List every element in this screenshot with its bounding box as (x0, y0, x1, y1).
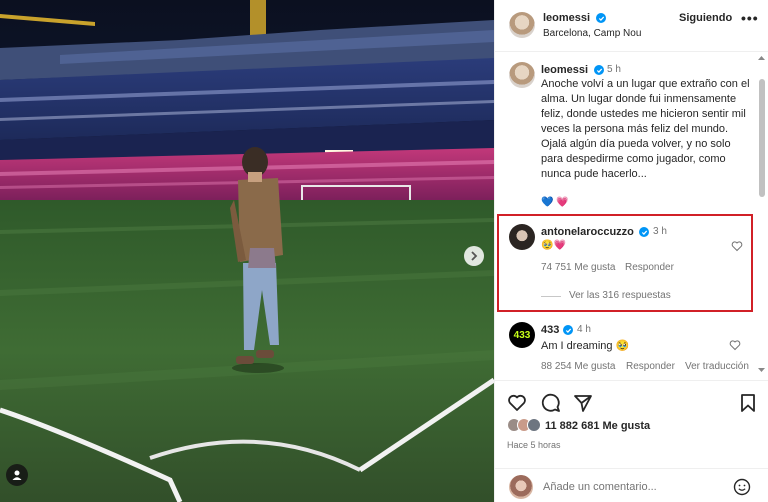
scroll-down-icon[interactable] (757, 366, 766, 374)
comment-bar (495, 468, 768, 502)
stadium-photo (0, 0, 494, 502)
translate-button[interactable]: Ver traducción (685, 361, 749, 372)
heart-icon[interactable] (729, 339, 741, 351)
author-avatar[interactable] (509, 12, 535, 38)
caption-author-avatar[interactable] (509, 62, 535, 88)
next-photo-button[interactable] (464, 246, 484, 266)
post-location[interactable]: Barcelona, Camp Nou (543, 28, 641, 39)
post-timestamp[interactable]: Hace 5 horas (507, 440, 561, 450)
caption-emojis: 💙 💗 (541, 197, 569, 208)
reply-button[interactable]: Responder (625, 262, 674, 273)
verified-badge-icon (563, 325, 573, 335)
likes-count[interactable]: 11 882 681 Me gusta (545, 420, 650, 432)
post-photo (0, 0, 494, 502)
comment-input[interactable] (543, 478, 723, 496)
verified-badge-icon (596, 13, 606, 23)
comment-likes[interactable]: 74 751 Me gusta (541, 262, 616, 273)
post-header: leomessi Barcelona, Camp Nou Siguiendo •… (495, 0, 768, 52)
author-username[interactable]: leomessi (543, 12, 590, 24)
comment-text: Am I dreaming 🥹 (541, 340, 630, 352)
comment-icon[interactable] (541, 393, 561, 413)
commenter-username[interactable]: 433 (541, 324, 559, 336)
chevron-right-icon (471, 251, 478, 261)
liker-avatar (527, 418, 541, 432)
share-icon[interactable] (573, 393, 593, 413)
post-side-panel: leomessi Barcelona, Camp Nou Siguiendo •… (494, 0, 768, 502)
smiley-icon[interactable] (733, 478, 751, 496)
post-caption: Anoche volví a un lugar que extraño con … (541, 78, 750, 180)
commenter-username[interactable]: antonelaroccuzzo (541, 226, 634, 238)
save-icon[interactable] (739, 393, 757, 413)
commenter-avatar[interactable]: 433 (509, 322, 535, 348)
verified-badge-icon (594, 65, 604, 75)
caption-author-username[interactable]: leomessi (541, 64, 588, 76)
commenter-avatar[interactable] (509, 224, 535, 250)
current-user-avatar (509, 475, 533, 499)
user-icon (12, 470, 22, 480)
comment-time: 4 h (577, 324, 591, 335)
caption-time: 5 h (607, 64, 621, 75)
view-replies-button[interactable]: Ver las 316 respuestas (569, 290, 671, 301)
comment-likes[interactable]: 88 254 Me gusta (541, 361, 616, 372)
replies-divider (541, 296, 561, 297)
like-icon[interactable] (507, 393, 527, 413)
reply-button[interactable]: Responder (626, 361, 675, 372)
more-options-icon[interactable]: ••• (741, 10, 759, 26)
comment-text: 🥹💗 (541, 240, 566, 251)
comments-scrollbar[interactable] (757, 54, 766, 376)
highlighted-comment: antonelaroccuzzo 3 h 🥹💗 74 751 Me gusta … (497, 214, 753, 312)
tagged-people-button[interactable] (6, 464, 28, 486)
comment-time: 3 h (653, 226, 667, 237)
verified-badge-icon (639, 227, 649, 237)
scroll-up-icon[interactable] (757, 54, 766, 62)
scrollbar-thumb[interactable] (759, 79, 765, 197)
following-button[interactable]: Siguiendo (679, 12, 732, 24)
comments-area[interactable]: leomessi 5 h Anoche volví a un lugar que… (495, 52, 768, 380)
heart-icon[interactable] (731, 240, 743, 252)
